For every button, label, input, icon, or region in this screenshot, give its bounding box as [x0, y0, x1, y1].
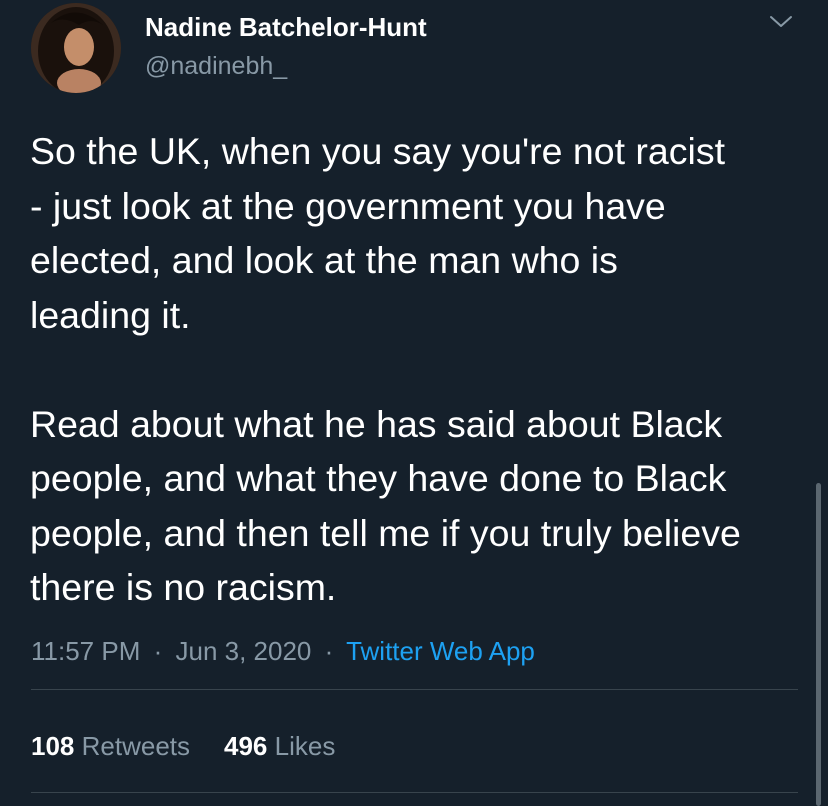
- tweet-stats: 108 Retweets 496 Likes: [31, 731, 335, 762]
- tweet-source-link[interactable]: Twitter Web App: [346, 636, 535, 666]
- tweet-text-line: people, and what they have done to Black: [30, 457, 727, 499]
- tweet-text-line: people, and then tell me if you truly be…: [30, 511, 741, 554]
- divider: [31, 792, 798, 793]
- tweet-time[interactable]: 11:57 PM: [31, 636, 140, 666]
- author-display-name[interactable]: Nadine Batchelor-Hunt: [145, 12, 427, 43]
- tweet-text-line: - just look at the government you have: [30, 184, 666, 227]
- tweet-text-line: elected, and look at the man who is: [30, 239, 618, 281]
- divider: [31, 689, 798, 690]
- tweet-text-line: leading it.: [30, 293, 191, 336]
- tweet-detail: Nadine Batchelor-Hunt @nadinebh_ So the …: [0, 0, 828, 806]
- scrollbar[interactable]: [816, 483, 821, 806]
- author-handle[interactable]: @nadinebh_: [145, 52, 287, 81]
- meta-separator: ·: [153, 636, 163, 666]
- tweet-menu-button[interactable]: [768, 12, 794, 32]
- likes-count: 496: [224, 731, 268, 761]
- chevron-down-icon: [770, 16, 792, 27]
- likes-stat[interactable]: 496 Likes: [224, 731, 335, 761]
- retweets-stat[interactable]: 108 Retweets: [31, 731, 190, 761]
- likes-label: Likes: [274, 731, 336, 761]
- tweet-text-line: So the UK, when you say you're not racis…: [30, 130, 726, 172]
- profile-photo-icon: [31, 3, 121, 93]
- retweets-count: 108: [31, 731, 75, 761]
- retweets-label: Retweets: [81, 731, 191, 761]
- meta-separator: ·: [324, 636, 334, 666]
- tweet-metadata: 11:57 PM · Jun 3, 2020 · Twitter Web App: [31, 636, 535, 667]
- author-avatar[interactable]: [31, 3, 121, 93]
- tweet-date[interactable]: Jun 3, 2020: [176, 636, 312, 666]
- tweet-text-line: Read about what he has said about Black: [30, 402, 723, 445]
- tweet-text-line: there is no racism.: [30, 566, 337, 608]
- tweet-text: So the UK, when you say you're not racis…: [30, 124, 810, 615]
